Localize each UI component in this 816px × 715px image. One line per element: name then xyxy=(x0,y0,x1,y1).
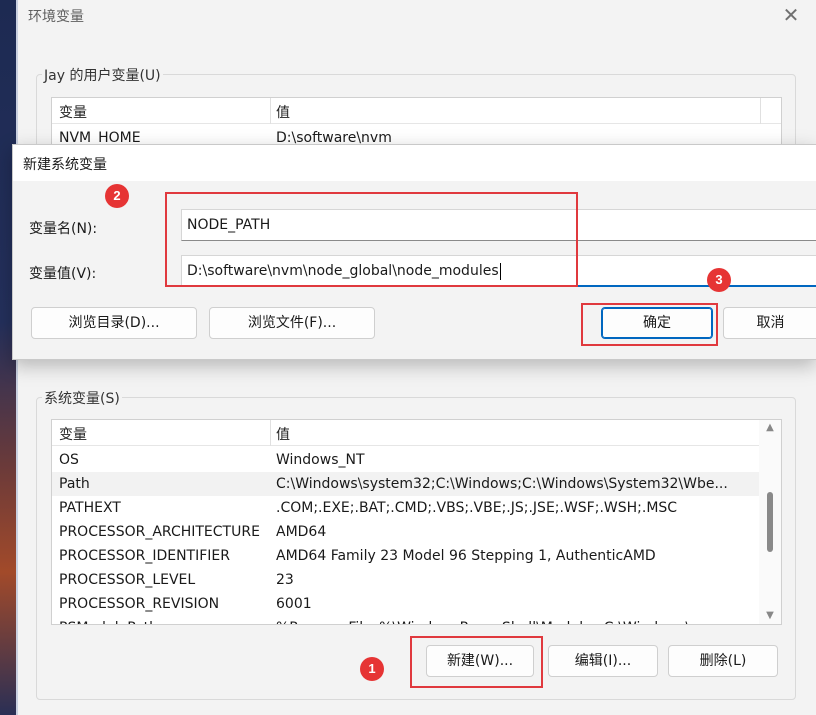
delete-variable-button[interactable]: 删除(L) xyxy=(668,645,778,677)
variable-value: %ProgramFiles%\WindowsPowerShell\Modules… xyxy=(276,616,704,624)
variable-name: PSModulePath xyxy=(59,616,158,624)
browse-directory-button[interactable]: 浏览目录(D)... xyxy=(31,307,197,339)
window-title: 环境变量 xyxy=(28,9,84,25)
variable-value: .COM;.EXE;.BAT;.CMD;.VBS;.VBE;.JS;.JSE;.… xyxy=(276,500,678,516)
browse-file-button[interactable]: 浏览文件(F)... xyxy=(209,307,375,339)
system-variables-header: 变量 值 xyxy=(52,420,781,446)
variable-name: PATHEXT xyxy=(59,500,121,516)
list-item-partial[interactable]: PSModulePath %ProgramFiles%\WindowsPower… xyxy=(52,616,761,624)
column-separator[interactable] xyxy=(270,98,271,124)
variable-value-label: 变量值(V): xyxy=(29,266,97,282)
user-variables-legend: Jay 的用户变量(U) xyxy=(42,65,163,85)
list-item[interactable]: PATHEXT .COM;.EXE;.BAT;.CMD;.VBS;.VBE;.J… xyxy=(52,496,761,520)
variable-name: PROCESSOR_REVISION xyxy=(59,596,220,612)
user-variables-header: 变量 值 xyxy=(52,98,781,124)
list-item[interactable]: PROCESSOR_ARCHITECTURE AMD64 xyxy=(52,520,761,544)
variable-name-label: 变量名(N): xyxy=(29,221,98,237)
column-header-name[interactable]: 变量 xyxy=(59,424,87,444)
column-separator xyxy=(760,98,761,124)
system-variables-legend: 系统变量(S) xyxy=(42,388,122,408)
step-1-badge: 1 xyxy=(360,657,384,681)
variable-name: PROCESSOR_IDENTIFIER xyxy=(59,548,230,564)
column-header-value[interactable]: 值 xyxy=(276,102,290,122)
variable-value: AMD64 xyxy=(276,524,327,540)
list-item-selected[interactable]: Path C:\Windows\system32;C:\Windows;C:\W… xyxy=(52,472,761,496)
list-item[interactable]: PROCESSOR_REVISION 6001 xyxy=(52,592,761,616)
step-2-badge: 2 xyxy=(105,184,129,208)
highlight-box-fields xyxy=(165,192,578,287)
highlight-box-new xyxy=(410,636,543,688)
close-icon[interactable]: ✕ xyxy=(778,2,804,28)
cancel-button[interactable]: 取消 xyxy=(723,307,816,339)
column-header-value[interactable]: 值 xyxy=(276,424,290,444)
dialog-title: 新建系统变量 xyxy=(23,157,107,173)
variable-value: C:\Windows\system32;C:\Windows;C:\Window… xyxy=(276,476,728,492)
step-3-badge: 3 xyxy=(707,268,731,292)
vertical-scrollbar[interactable]: ▲ ▼ xyxy=(759,420,781,624)
scroll-thumb[interactable] xyxy=(767,492,773,552)
list-item[interactable]: PROCESSOR_IDENTIFIER AMD64 Family 23 Mod… xyxy=(52,544,761,568)
column-separator[interactable] xyxy=(270,420,271,446)
list-item[interactable]: OS Windows_NT xyxy=(52,448,761,472)
variable-name: PROCESSOR_ARCHITECTURE xyxy=(59,524,260,540)
edit-variable-button[interactable]: 编辑(I)... xyxy=(548,645,658,677)
list-item[interactable]: PROCESSOR_LEVEL 23 xyxy=(52,568,761,592)
variable-value: 6001 xyxy=(276,596,312,612)
scroll-down-icon[interactable]: ▼ xyxy=(764,610,776,622)
variable-value: AMD64 Family 23 Model 96 Stepping 1, Aut… xyxy=(276,548,656,564)
highlight-box-ok xyxy=(581,303,718,346)
system-variables-list: 变量 值 OS Windows_NT Path C:\Windows\syste… xyxy=(51,419,782,625)
dialog-titlebar: 新建系统变量 xyxy=(13,145,816,181)
variable-name: OS xyxy=(59,452,79,468)
column-header-name[interactable]: 变量 xyxy=(59,102,87,122)
variable-value: Windows_NT xyxy=(276,452,365,468)
variable-value: 23 xyxy=(276,572,294,588)
variable-name: PROCESSOR_LEVEL xyxy=(59,572,196,588)
variable-name: Path xyxy=(59,476,90,492)
scroll-up-icon[interactable]: ▲ xyxy=(764,422,776,434)
